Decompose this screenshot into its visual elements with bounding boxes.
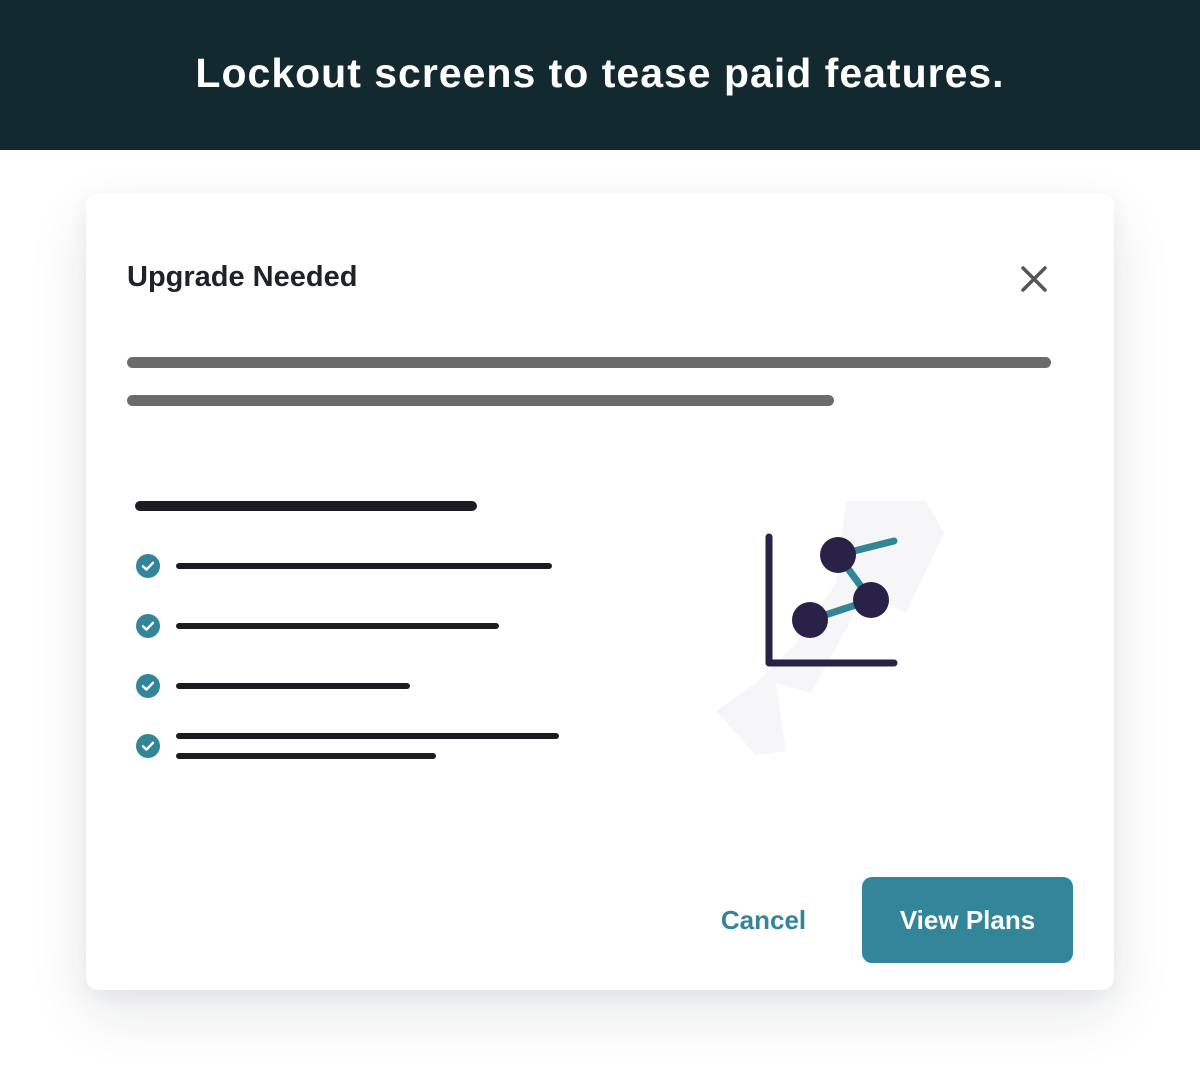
close-icon [1021, 266, 1047, 292]
upgrade-modal: Upgrade Needed Cancel View Plans [86, 193, 1114, 990]
header-banner: Lockout screens to tease paid features. [0, 0, 1200, 150]
banner-title: Lockout screens to tease paid features. [195, 49, 1005, 96]
check-circle-icon [136, 734, 160, 758]
cancel-button[interactable]: Cancel [696, 877, 831, 963]
close-button[interactable] [1018, 263, 1050, 295]
check-circle-icon [136, 554, 160, 578]
view-plans-button[interactable]: View Plans [862, 877, 1073, 963]
description-line [127, 395, 834, 406]
feature-item-line [176, 683, 410, 689]
modal-title: Upgrade Needed [127, 261, 358, 293]
feature-item-line [176, 623, 499, 629]
feature-list-heading [135, 501, 477, 511]
analytics-chart-icon [716, 501, 944, 755]
check-circle-icon [136, 614, 160, 638]
feature-item-line [176, 733, 559, 739]
feature-item-line [176, 753, 436, 759]
description-line [127, 357, 1051, 368]
feature-item-line [176, 563, 552, 569]
check-circle-icon [136, 674, 160, 698]
